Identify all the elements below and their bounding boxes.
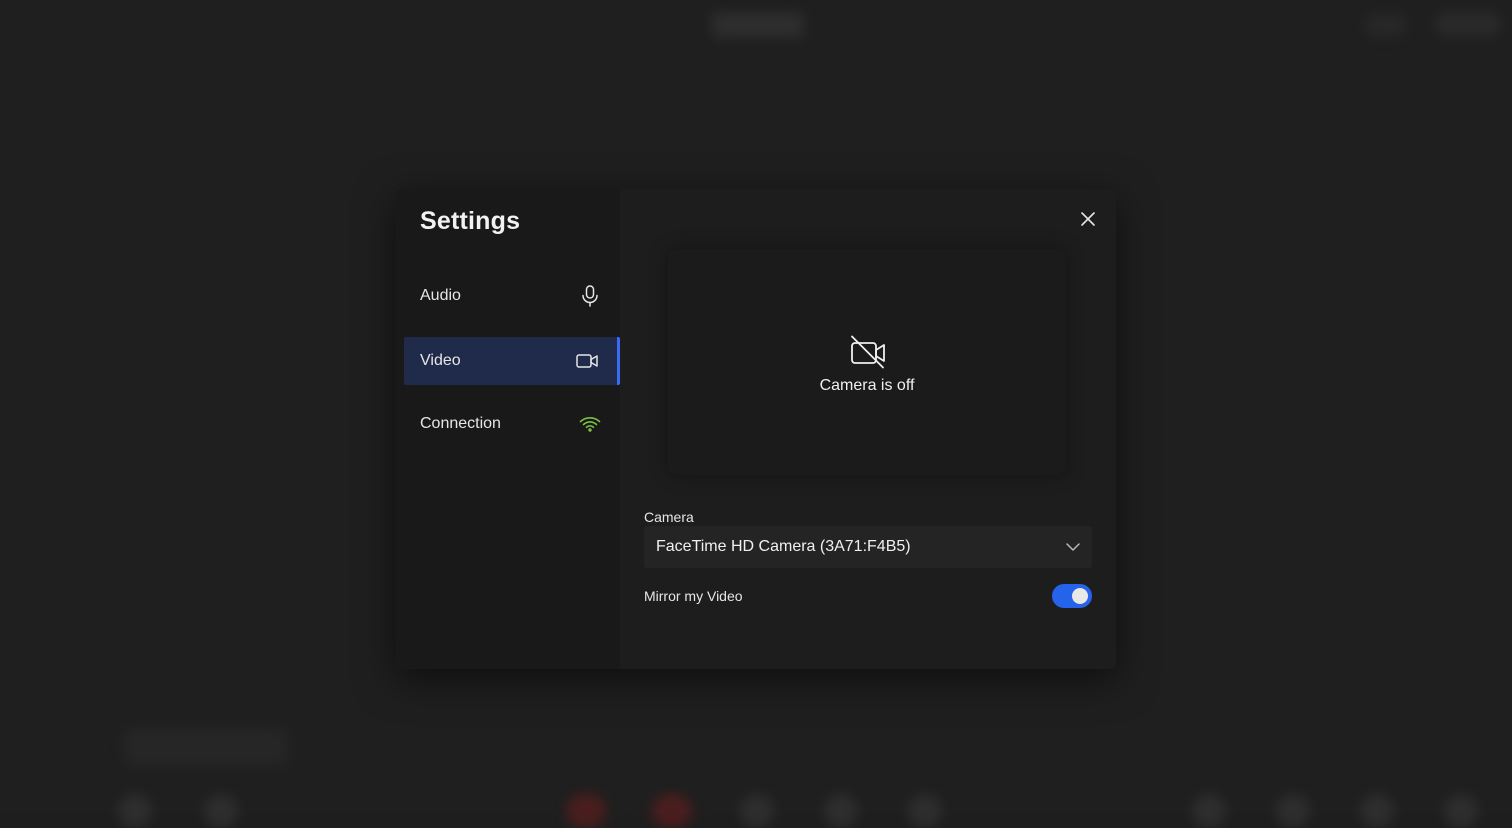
toolbar-button-blurred — [824, 794, 858, 828]
sidebar-item-label: Audio — [420, 287, 461, 304]
toolbar-button-blurred — [740, 794, 774, 828]
camera-off-label: Camera is off — [819, 377, 915, 394]
toolbar-button-blurred — [118, 794, 152, 828]
toolbar-button-blurred — [1360, 794, 1394, 828]
toolbar-button-blurred — [566, 794, 606, 828]
sidebar-item-label: Video — [420, 352, 461, 369]
chevron-down-icon — [1066, 543, 1080, 551]
top-control-blurred — [1436, 12, 1500, 36]
toolbar-button-blurred — [908, 794, 942, 828]
toolbar-button-blurred — [204, 794, 238, 828]
toolbar-button-blurred — [1192, 794, 1226, 828]
top-control-blurred — [1366, 14, 1406, 36]
meeting-title-blurred — [712, 12, 804, 38]
sidebar-item-audio[interactable]: Audio — [404, 272, 620, 320]
close-button[interactable] — [1076, 207, 1100, 231]
close-icon — [1081, 212, 1095, 226]
settings-title: Settings — [420, 207, 521, 235]
camera-select[interactable]: FaceTime HD Camera (3A71:F4B5) — [644, 526, 1092, 568]
toolbar-button-blurred — [1276, 794, 1310, 828]
toolbar-button-blurred — [1444, 794, 1478, 828]
mirror-video-toggle[interactable] — [1052, 584, 1092, 608]
microphone-icon — [578, 284, 602, 308]
toggle-knob — [1072, 588, 1088, 604]
sidebar-item-connection[interactable]: Connection — [404, 400, 620, 448]
toolbar-button-blurred — [652, 794, 692, 828]
sidebar-item-video[interactable]: Video — [404, 337, 620, 385]
settings-sidebar: Settings Audio Video Connection — [396, 189, 620, 669]
participant-name-blurred — [124, 728, 288, 766]
camera-field-label: Camera — [644, 509, 694, 525]
camera-select-value: FaceTime HD Camera (3A71:F4B5) — [656, 538, 911, 555]
mirror-video-label: Mirror my Video — [644, 588, 743, 604]
wifi-icon — [578, 412, 602, 436]
video-camera-icon — [575, 349, 599, 373]
video-preview: Camera is off — [668, 249, 1066, 475]
settings-dialog: Settings Audio Video Connection Camera i… — [396, 189, 1116, 669]
sidebar-item-label: Connection — [420, 415, 501, 432]
camera-off-icon — [851, 335, 885, 369]
